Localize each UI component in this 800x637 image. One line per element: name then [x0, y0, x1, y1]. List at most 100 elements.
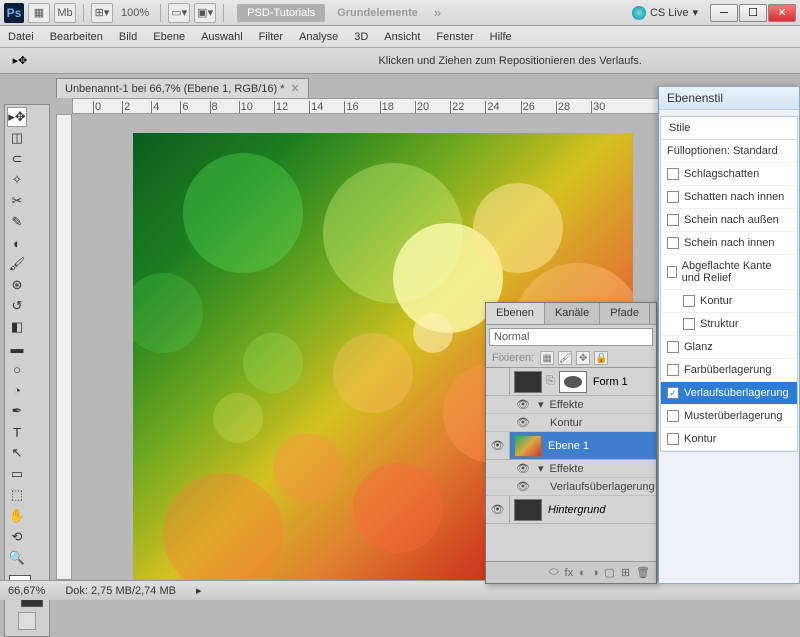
- move-tool[interactable]: ▸✥: [7, 107, 27, 127]
- type-tool[interactable]: T: [7, 422, 27, 442]
- dialog-title: Ebenenstil: [659, 87, 799, 110]
- zoom-tool[interactable]: 🔍: [7, 548, 27, 568]
- brush-tool[interactable]: 🖌: [7, 254, 27, 274]
- workspace-more-icon[interactable]: »: [430, 5, 445, 20]
- layers-panel: Ebenen Kanäle Pfade Normal Fixieren: ▦ 🖌…: [485, 302, 657, 584]
- layer-mask-icon[interactable]: ◐: [579, 567, 586, 579]
- zoom-level[interactable]: 100%: [117, 7, 153, 19]
- window-minimize-button[interactable]: ─: [710, 4, 738, 22]
- blur-tool[interactable]: ○: [7, 359, 27, 379]
- layer-form1[interactable]: ⎘ Form 1: [486, 368, 656, 396]
- eyedropper-tool[interactable]: ✎: [7, 212, 27, 232]
- menu-bild[interactable]: Bild: [119, 31, 137, 43]
- menu-fenster[interactable]: Fenster: [436, 31, 473, 43]
- layer-fx-icon[interactable]: fx: [565, 567, 574, 579]
- tab-ebenen[interactable]: Ebenen: [486, 303, 545, 324]
- close-tab-icon[interactable]: ✕: [291, 82, 300, 95]
- app-topbar: Ps ▦ Mb ⊞▾ 100% ▭▾ ▣▾ PSD-Tutorials Grun…: [0, 0, 800, 26]
- visibility-icon[interactable]: 👁: [516, 398, 532, 411]
- rotate-view-tool[interactable]: ⟲: [7, 527, 27, 547]
- styles-header[interactable]: Stile: [661, 117, 797, 140]
- menu-datei[interactable]: Datei: [8, 31, 34, 43]
- marquee-tool[interactable]: ◫: [7, 128, 27, 148]
- menu-auswahl[interactable]: Auswahl: [201, 31, 243, 43]
- photoshop-icon: Ps: [4, 3, 24, 23]
- menu-ansicht[interactable]: Ansicht: [384, 31, 420, 43]
- hand-tool[interactable]: ✋: [7, 506, 27, 526]
- path-selection-tool[interactable]: ↖: [7, 443, 27, 463]
- lock-all-icon[interactable]: 🔒: [594, 351, 608, 365]
- lasso-tool[interactable]: ⊂: [7, 149, 27, 169]
- layer-style-dialog: Ebenenstil Stile Fülloptionen: Standard …: [658, 86, 800, 584]
- menu-filter[interactable]: Filter: [259, 31, 283, 43]
- style-schatten-innen[interactable]: Schatten nach innen: [661, 186, 797, 209]
- delete-layer-icon[interactable]: 🗑: [636, 566, 650, 579]
- group-icon[interactable]: ▢: [604, 566, 614, 579]
- status-doc-size[interactable]: Dok: 2,75 MB/2,74 MB: [65, 585, 176, 597]
- layers-panel-footer: ⬭ fx ◐ ◑ ▢ ⊞ 🗑: [486, 561, 656, 583]
- style-kontur[interactable]: Kontur: [661, 428, 797, 451]
- menu-hilfe[interactable]: Hilfe: [490, 31, 512, 43]
- style-schein-aussen[interactable]: Schein nach außen: [661, 209, 797, 232]
- style-bevel[interactable]: Abgeflachte Kante und Relief: [661, 255, 797, 290]
- bridge-icon[interactable]: ▦: [28, 3, 50, 23]
- layer-ebene1[interactable]: 👁 Ebene 1: [486, 432, 656, 460]
- style-verlaufsueberlagerung[interactable]: ✓Verlaufsüberlagerung: [661, 382, 797, 405]
- status-zoom[interactable]: 66,67%: [8, 585, 45, 597]
- toolbox: ▸✥ ◫ ⊂ ✧ ✂ ✎ ◐ 🖌 ⊛ ↺ ◧ ▬ ○ ◔ ✒ T ↖ ▭ ⬚ ✋…: [4, 104, 50, 637]
- visibility-icon[interactable]: 👁: [486, 432, 510, 459]
- magic-wand-tool[interactable]: ✧: [7, 170, 27, 190]
- visibility-icon[interactable]: 👁: [486, 496, 510, 523]
- style-glanz[interactable]: Glanz: [661, 336, 797, 359]
- menu-bar: Datei Bearbeiten Bild Ebene Auswahl Filt…: [0, 26, 800, 48]
- style-farbueberlagerung[interactable]: Farbüberlagerung: [661, 359, 797, 382]
- options-bar: ▸✥ Klicken und Ziehen zum Repositioniere…: [0, 48, 800, 74]
- tab-pfade[interactable]: Pfade: [600, 303, 650, 324]
- minibridge-icon[interactable]: Mb: [54, 3, 76, 23]
- layer-hintergrund[interactable]: 👁 Hintergrund: [486, 496, 656, 524]
- screen-mode-icon[interactable]: ▣▾: [194, 3, 216, 23]
- options-hint: Klicken und Ziehen zum Repositionieren d…: [378, 55, 642, 67]
- clone-stamp-tool[interactable]: ⊛: [7, 275, 27, 295]
- blend-mode-select[interactable]: Normal: [489, 328, 653, 346]
- style-schlagschatten[interactable]: Schlagschatten: [661, 163, 797, 186]
- fill-options[interactable]: Fülloptionen: Standard: [661, 140, 797, 163]
- arrange-icon[interactable]: ▭▾: [168, 3, 190, 23]
- shape-tool[interactable]: ▭: [7, 464, 27, 484]
- menu-bearbeiten[interactable]: Bearbeiten: [50, 31, 103, 43]
- tab-kanaele[interactable]: Kanäle: [545, 303, 600, 324]
- style-kontur-sub[interactable]: Kontur: [661, 290, 797, 313]
- menu-3d[interactable]: 3D: [354, 31, 368, 43]
- workspace-grundelemente[interactable]: Grundelemente: [329, 4, 426, 22]
- view-extras-icon[interactable]: ⊞▾: [91, 3, 113, 23]
- window-maximize-button[interactable]: ☐: [739, 4, 767, 22]
- menu-analyse[interactable]: Analyse: [299, 31, 338, 43]
- cs-live-button[interactable]: CS Live▾: [632, 6, 698, 20]
- gradient-tool[interactable]: ▬: [7, 338, 27, 358]
- adjustment-layer-icon[interactable]: ◑: [592, 567, 599, 579]
- pen-tool[interactable]: ✒: [7, 401, 27, 421]
- link-layers-icon[interactable]: ⬭: [549, 566, 558, 579]
- quickmask-toggle[interactable]: [7, 612, 47, 634]
- visibility-icon[interactable]: [486, 368, 510, 395]
- healing-brush-tool[interactable]: ◐: [7, 233, 27, 253]
- history-brush-tool[interactable]: ↺: [7, 296, 27, 316]
- new-layer-icon[interactable]: ⊞: [621, 566, 630, 579]
- dodge-tool[interactable]: ◔: [7, 380, 27, 400]
- ruler-vertical: [56, 114, 72, 580]
- menu-ebene[interactable]: Ebene: [153, 31, 185, 43]
- document-tab[interactable]: Unbenannt-1 bei 66,7% (Ebene 1, RGB/16) …: [56, 78, 309, 98]
- style-schein-innen[interactable]: Schein nach innen: [661, 232, 797, 255]
- lock-position-icon[interactable]: ✥: [576, 351, 590, 365]
- lock-transparency-icon[interactable]: ▦: [540, 351, 554, 365]
- style-musterueberlagerung[interactable]: Musterüberlagerung: [661, 405, 797, 428]
- lock-pixels-icon[interactable]: 🖌: [558, 351, 572, 365]
- window-close-button[interactable]: ✕: [768, 4, 796, 22]
- cslive-icon: [632, 6, 646, 20]
- move-tool-indicator-icon: ▸✥: [8, 52, 32, 70]
- workspace-psd-tutorials[interactable]: PSD-Tutorials: [237, 4, 325, 22]
- 3d-tool[interactable]: ⬚: [7, 485, 27, 505]
- crop-tool[interactable]: ✂: [7, 191, 27, 211]
- eraser-tool[interactable]: ◧: [7, 317, 27, 337]
- style-struktur[interactable]: Struktur: [661, 313, 797, 336]
